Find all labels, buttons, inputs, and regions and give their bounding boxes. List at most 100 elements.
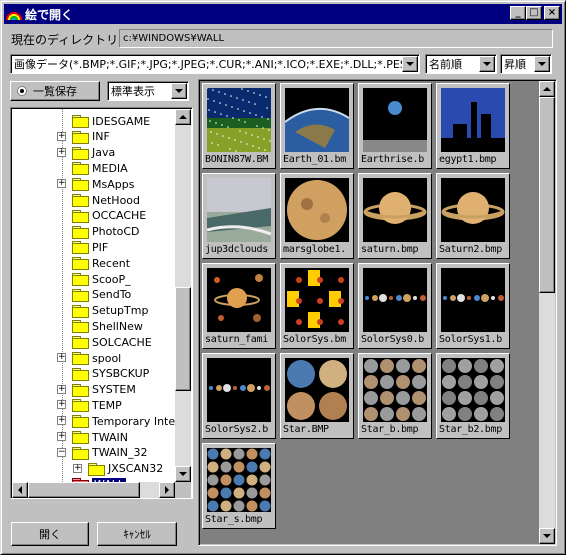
tree-item[interactable]: SOLCACHE (72, 334, 152, 350)
thumbnail-item[interactable]: Star_s.bmp (202, 443, 276, 529)
thumbnail-item[interactable]: SolorSys.bm (280, 263, 354, 349)
thumbnail-item[interactable]: SolorSys0.b (358, 263, 432, 349)
tree-item[interactable]: OCCACHE (72, 208, 146, 224)
tree-item[interactable]: + TEMP (57, 397, 122, 413)
tree-item[interactable]: + JXSCAN32 (73, 461, 163, 477)
open-button[interactable]: 開く (11, 522, 89, 546)
view-mode-value: 標準表示 (111, 85, 155, 98)
tree-item-label: SendTo (92, 288, 132, 302)
tree-item[interactable]: SendTo (72, 287, 131, 303)
chevron-down-icon[interactable] (479, 56, 495, 72)
tree-item[interactable]: SYSBCKUP (72, 366, 149, 382)
tree-item[interactable]: + Temporary Inter (57, 413, 175, 429)
expand-icon[interactable]: + (57, 432, 66, 441)
tree-item[interactable]: MEDIA (72, 160, 128, 176)
cancel-button[interactable]: ｷｬﾝｾﾙ (97, 522, 177, 546)
thumbnail-item[interactable]: Star_b.bmp (358, 353, 432, 439)
thumbnail-item[interactable]: Earth_01.bm (280, 83, 354, 169)
folder-icon (72, 162, 89, 176)
tree-item[interactable]: Recent (72, 255, 130, 271)
thumbnail-caption: Star_s.bmp (205, 514, 263, 525)
sort-key-select[interactable]: 名前順 (425, 54, 497, 74)
tree-item[interactable]: − TWAIN_32 (57, 445, 148, 461)
tree-item-label: MEDIA (92, 161, 128, 175)
scroll-down-arrow-icon[interactable] (539, 528, 555, 544)
thumbnail-item[interactable]: saturn_fami (202, 263, 276, 349)
folder-tree[interactable]: IDESGAME + INF + Java MEDIA + MsApps NetHood OCCA… (10, 107, 193, 499)
thumbnail-caption: marsglobe1. (283, 244, 346, 255)
tree-item-label: PIF (92, 240, 109, 254)
title-bar[interactable]: 絵で開く _ □ × (4, 4, 562, 24)
thumbnail-item[interactable]: jup3dclouds (202, 173, 276, 259)
chevron-down-icon[interactable] (402, 56, 418, 72)
tree-item-label: PhotoCD (92, 225, 140, 239)
tree-connector-line (62, 109, 63, 482)
tree-item[interactable]: + TWAIN (57, 429, 128, 445)
expand-icon[interactable]: + (57, 179, 66, 189)
thumbnail-item[interactable]: SolorSys2.b (202, 353, 276, 439)
tree-item[interactable]: + INF (57, 129, 110, 145)
close-button[interactable]: × (544, 6, 560, 20)
tree-item-label: spool (92, 351, 122, 365)
tree-item-label: MsApps (92, 177, 135, 191)
minimize-button[interactable]: _ (510, 6, 526, 20)
view-mode-select[interactable]: 標準表示 (107, 81, 189, 101)
file-type-filter-value: 画像データ(*.BMP;*.GIF;*.JPG;*.JPEG;*.CUR;*.A… (14, 58, 402, 71)
tree-item[interactable]: NetHood (72, 192, 140, 208)
expand-icon[interactable]: + (57, 400, 66, 410)
tree-item[interactable]: ScooP_ (72, 271, 131, 287)
scroll-thumb[interactable] (539, 97, 555, 293)
tree-item[interactable]: PhotoCD (72, 224, 140, 240)
maximize-button[interactable]: □ (526, 6, 542, 20)
solar-row-thumbnail (207, 358, 271, 422)
tree-item[interactable]: + Java (57, 145, 115, 161)
expand-icon[interactable]: + (57, 353, 66, 362)
thumbnail-item[interactable]: saturn.bmp (358, 173, 432, 259)
scroll-left-arrow-icon[interactable] (12, 482, 28, 498)
file-type-filter-select[interactable]: 画像データ(*.BMP;*.GIF;*.JPG;*.JPEG;*.CUR;*.A… (10, 54, 420, 74)
thumbnail-item[interactable]: Star.BMP (280, 353, 354, 439)
tree-item[interactable]: SetupTmp (72, 303, 148, 319)
thumbnail-item[interactable]: marsglobe1. (280, 173, 354, 259)
chevron-down-icon[interactable] (534, 56, 550, 72)
scroll-down-arrow-icon[interactable] (175, 466, 191, 482)
tree-item[interactable]: + spool (57, 350, 122, 366)
expand-icon[interactable]: + (73, 463, 82, 473)
sort-key-value: 名前順 (429, 58, 462, 71)
save-list-radio[interactable]: 一覧保存 (10, 81, 100, 101)
thumbnail-item[interactable]: egypt1.bmp (436, 83, 510, 169)
expand-icon[interactable]: + (57, 147, 66, 157)
tree-item[interactable]: + SYSTEM (57, 382, 136, 398)
tree-item[interactable]: PIF (72, 239, 108, 255)
hscroll-thumb[interactable] (28, 482, 140, 498)
file-open-dialog: 絵で開く _ □ × 現在のディレクトリ c:¥WINDOWS¥WALL 画像デ… (0, 0, 566, 555)
scroll-up-arrow-icon[interactable] (175, 109, 191, 125)
expand-icon[interactable]: + (57, 384, 66, 394)
thumbnail-item[interactable]: Star_b2.bmp (436, 353, 510, 439)
thumbs-vertical-scrollbar[interactable] (539, 81, 555, 544)
expand-icon[interactable]: + (57, 131, 66, 141)
tree-item[interactable]: ShellNew (72, 318, 143, 334)
thumbnail-item[interactable]: BONIN87W.BM (202, 83, 276, 169)
stars-sky-thumbnail (207, 88, 271, 152)
folder-icon (72, 336, 89, 350)
thumbnail-grid: BONIN87W.BM Earth_01.bm Earthrise.b egypt1.… (200, 81, 539, 544)
tree-horizontal-scrollbar[interactable] (12, 482, 175, 498)
tree-vertical-scrollbar[interactable] (175, 109, 191, 482)
thumbnail-item[interactable]: Earthrise.b (358, 83, 432, 169)
expand-icon[interactable]: + (57, 416, 66, 426)
sort-order-select[interactable]: 昇順 (500, 54, 552, 74)
thumbnail-item[interactable]: Saturn2.bmp (436, 173, 510, 259)
tree-item[interactable]: IDESGAME (72, 113, 150, 129)
thumbnail-caption: SolorSys2.b (205, 424, 268, 435)
thumbnail-item[interactable]: SolorSys1.b (436, 263, 510, 349)
folder-icon (72, 225, 89, 239)
scroll-up-arrow-icon[interactable] (539, 81, 555, 97)
collapse-icon[interactable]: − (57, 447, 66, 457)
chevron-down-icon[interactable] (171, 83, 187, 99)
tree-item[interactable]: + MsApps (57, 176, 135, 192)
scroll-right-arrow-icon[interactable] (159, 482, 175, 498)
thumbnail-view[interactable]: BONIN87W.BM Earth_01.bm Earthrise.b egypt1.… (198, 79, 557, 546)
solar-row-thumbnail (441, 268, 505, 332)
scroll-thumb[interactable] (175, 287, 191, 391)
